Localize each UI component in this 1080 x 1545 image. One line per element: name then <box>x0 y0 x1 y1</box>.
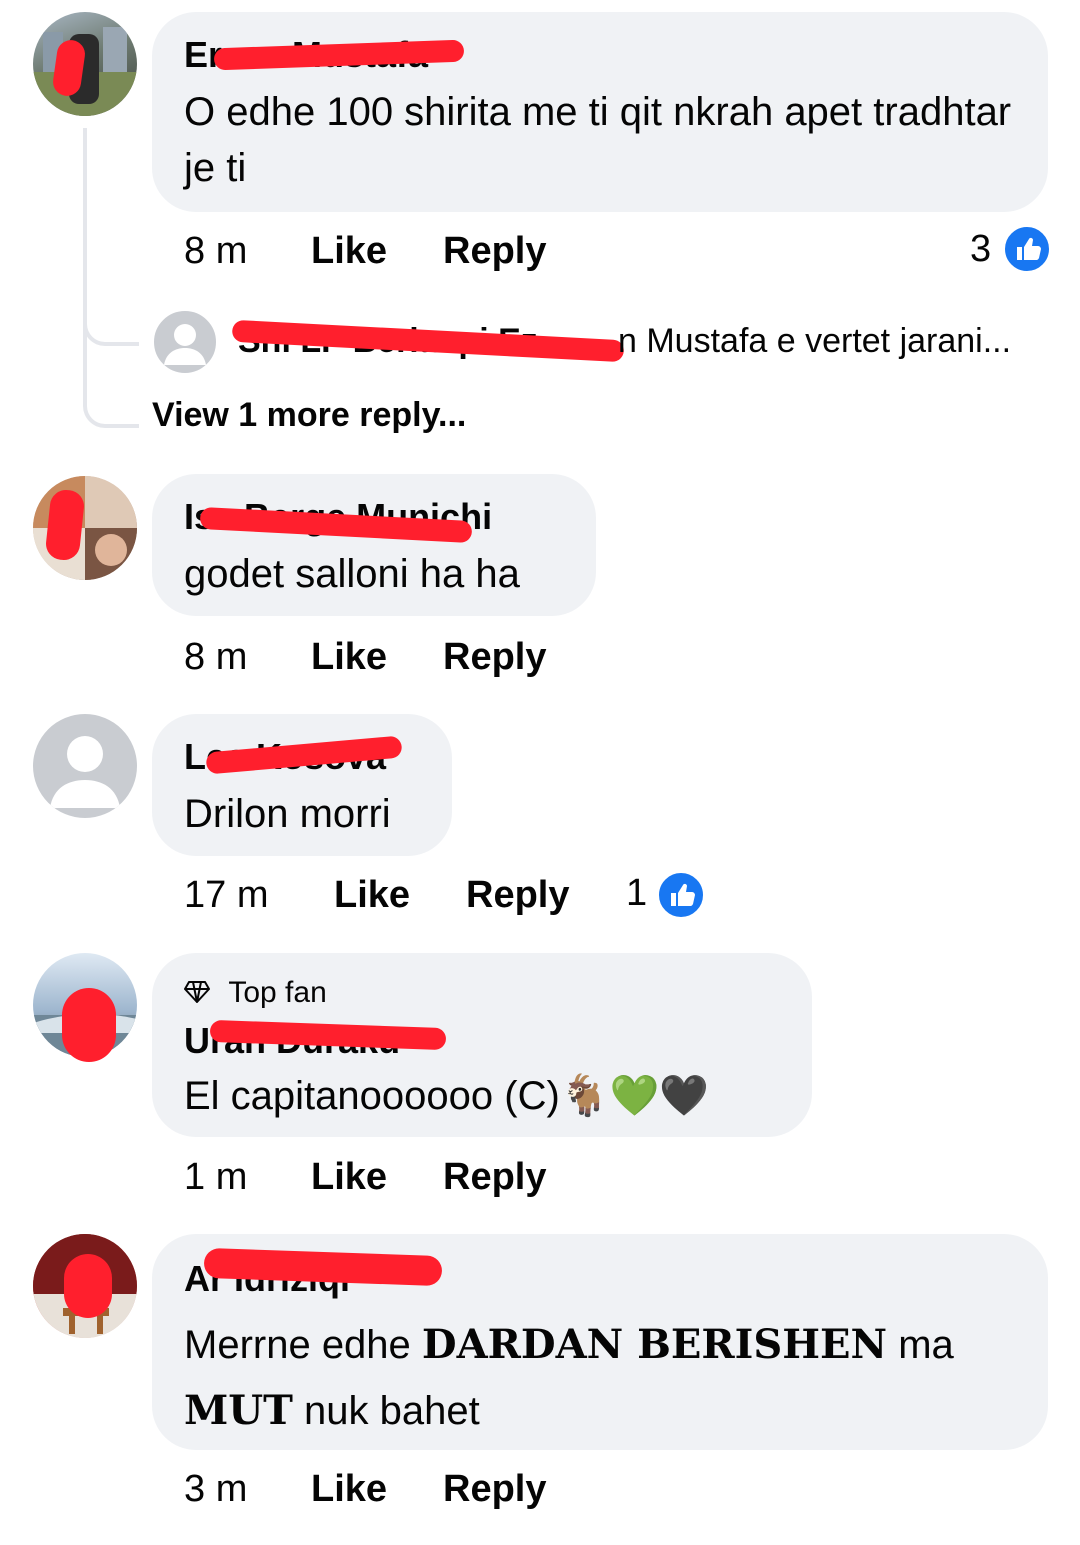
diamond-icon <box>184 979 210 1005</box>
avatar[interactable] <box>33 714 137 818</box>
like-icon[interactable] <box>656 870 706 920</box>
avatar[interactable] <box>152 309 218 375</box>
comment-text: Drilon morri <box>184 792 391 836</box>
comment-time[interactable]: 17 m <box>184 874 268 917</box>
reaction-count[interactable]: 1 <box>626 872 647 915</box>
comment-text-part: nuk bahet <box>292 1389 480 1433</box>
reply-preview-text[interactable]: n Mustafa e vertet jarani... <box>618 322 1011 361</box>
comment-text-emphasis: MUT <box>184 1387 293 1434</box>
comment-text-part: ma <box>887 1323 954 1367</box>
comment-time[interactable]: 1 m <box>184 1156 247 1199</box>
like-button[interactable]: Like <box>334 874 410 917</box>
comment-time[interactable]: 8 m <box>184 230 247 273</box>
reply-button[interactable]: Reply <box>443 1468 546 1511</box>
thread-connector <box>83 330 139 428</box>
avatar[interactable] <box>33 12 137 116</box>
like-button[interactable]: Like <box>311 230 387 273</box>
avatar-image <box>33 27 137 116</box>
redaction-mark <box>62 988 116 1062</box>
default-avatar-icon <box>50 736 120 808</box>
reply-button[interactable]: Reply <box>443 1156 546 1199</box>
redaction-mark <box>64 1254 112 1318</box>
comment-text-part: Merrne edhe <box>184 1323 422 1367</box>
comment-text-emphasis: DARDAN BERISHEN <box>421 1321 888 1368</box>
reaction-count[interactable]: 3 <box>970 228 991 271</box>
reply-button[interactable]: Reply <box>443 636 546 679</box>
comment-text: Merrne edhe DARDAN BERISHEN ma MUT nuk ba… <box>184 1312 1024 1444</box>
comment-time[interactable]: 3 m <box>184 1468 247 1511</box>
reply-button[interactable]: Reply <box>443 230 546 273</box>
emoji-group: 🐐💚🖤 <box>559 1073 710 1119</box>
comment-text: El capitanoooooo (C)🐐💚🖤 <box>184 1068 804 1124</box>
view-more-replies-link[interactable]: View 1 more reply... <box>152 396 466 435</box>
top-fan-badge: Top fan <box>184 976 327 1010</box>
like-button[interactable]: Like <box>311 1468 387 1511</box>
comment-time[interactable]: 8 m <box>184 636 247 679</box>
comment-text-main: El capitanoooooo (C) <box>184 1074 560 1118</box>
default-avatar-icon <box>164 324 206 365</box>
top-fan-label: Top fan <box>228 976 327 1009</box>
like-button[interactable]: Like <box>311 1156 387 1199</box>
comment-text: godet salloni ha ha <box>184 552 520 596</box>
like-button[interactable]: Like <box>311 636 387 679</box>
comment-text: O edhe 100 shirita me ti qit nkrah apet … <box>184 90 1012 190</box>
reply-button[interactable]: Reply <box>466 874 569 917</box>
like-icon[interactable] <box>1002 224 1052 274</box>
